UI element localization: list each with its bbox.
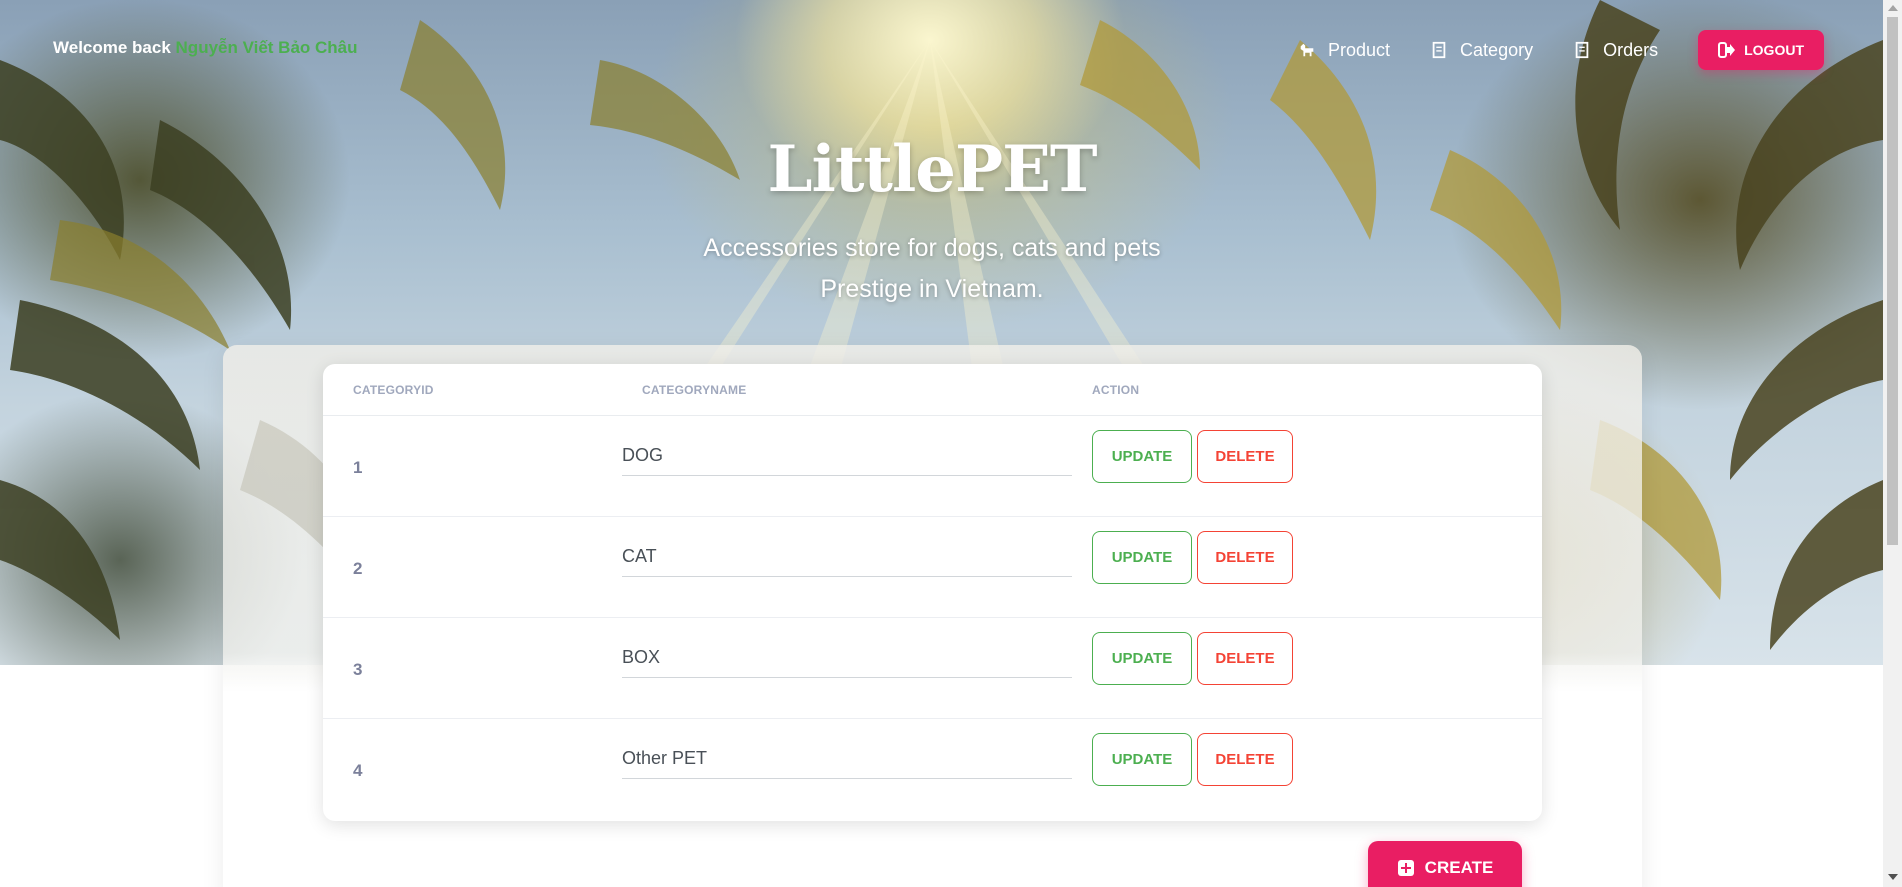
brand-title: LittlePET bbox=[767, 132, 1098, 207]
page: Welcome back Nguyễn Viết Bảo Châu Produc… bbox=[0, 0, 1902, 887]
tagline-line-2: Prestige in Vietnam. bbox=[820, 275, 1044, 303]
nav-item-product[interactable]: Product bbox=[1298, 40, 1390, 61]
tagline-line-1: Accessories store for dogs, cats and pet… bbox=[703, 234, 1161, 262]
category-id: 1 bbox=[353, 458, 363, 477]
delete-button[interactable]: DELETE bbox=[1197, 733, 1293, 786]
table-row: 2 UPDATE DELETE bbox=[323, 517, 1542, 618]
column-header-action: ACTION bbox=[1092, 383, 1140, 397]
category-id: 4 bbox=[353, 761, 363, 780]
delete-button[interactable]: DELETE bbox=[1197, 632, 1293, 685]
update-button[interactable]: UPDATE bbox=[1092, 733, 1192, 786]
category-name-input[interactable] bbox=[622, 537, 1072, 577]
dog-icon bbox=[1300, 43, 1314, 57]
sign-out-icon bbox=[1718, 42, 1736, 58]
category-name-input[interactable] bbox=[622, 638, 1072, 678]
category-table-card: CATEGORYID CATEGORYNAME ACTION 1 UPDATE … bbox=[323, 364, 1542, 821]
update-button[interactable]: UPDATE bbox=[1092, 632, 1192, 685]
nav-item-category[interactable]: Category bbox=[1430, 40, 1533, 61]
table-header: CATEGORYID CATEGORYNAME ACTION bbox=[323, 364, 1542, 416]
nav-label-product: Product bbox=[1328, 39, 1391, 60]
delete-button[interactable]: DELETE bbox=[1197, 531, 1293, 584]
create-label: CREATE bbox=[1424, 858, 1494, 877]
category-id: 2 bbox=[353, 559, 363, 578]
nav-label-orders: Orders bbox=[1603, 39, 1659, 60]
welcome-message: Welcome back Nguyễn Viết Bảo Châu bbox=[53, 38, 358, 58]
receipt-icon bbox=[1432, 41, 1446, 59]
delete-button[interactable]: DELETE bbox=[1197, 430, 1293, 483]
page-scrollbar[interactable] bbox=[1883, 0, 1902, 887]
column-header-categoryid: CATEGORYID bbox=[353, 383, 434, 397]
category-id: 3 bbox=[353, 660, 363, 679]
update-button[interactable]: UPDATE bbox=[1092, 531, 1192, 584]
update-button[interactable]: UPDATE bbox=[1092, 430, 1192, 483]
table-row: 4 UPDATE DELETE bbox=[323, 719, 1542, 820]
category-name-input[interactable] bbox=[622, 436, 1072, 476]
plus-square-icon bbox=[1397, 860, 1414, 876]
welcome-prefix: Welcome back bbox=[53, 38, 171, 57]
nav-label-category: Category bbox=[1460, 39, 1534, 60]
logout-label: LOGOUT bbox=[1744, 42, 1804, 58]
user-name-link[interactable]: Nguyễn Viết Bảo Châu bbox=[176, 38, 358, 57]
category-name-input[interactable] bbox=[622, 739, 1072, 779]
table-row: 3 UPDATE DELETE bbox=[323, 618, 1542, 719]
scroll-down-arrow-icon[interactable] bbox=[1888, 874, 1898, 880]
tagline: Accessories store for dogs, cats and pet… bbox=[0, 228, 1864, 310]
scroll-up-arrow-icon[interactable] bbox=[1888, 5, 1898, 11]
logout-button[interactable]: LOGOUT bbox=[1698, 30, 1824, 70]
scroll-thumb[interactable] bbox=[1887, 17, 1898, 545]
receipt-icon bbox=[1575, 41, 1589, 59]
column-header-categoryname: CATEGORYNAME bbox=[642, 383, 747, 397]
top-nav: Product Category Orders LOGOUT bbox=[1298, 30, 1824, 70]
nav-item-orders[interactable]: Orders bbox=[1573, 40, 1658, 61]
table-row: 1 UPDATE DELETE bbox=[323, 416, 1542, 517]
create-button[interactable]: CREATE bbox=[1368, 841, 1522, 887]
